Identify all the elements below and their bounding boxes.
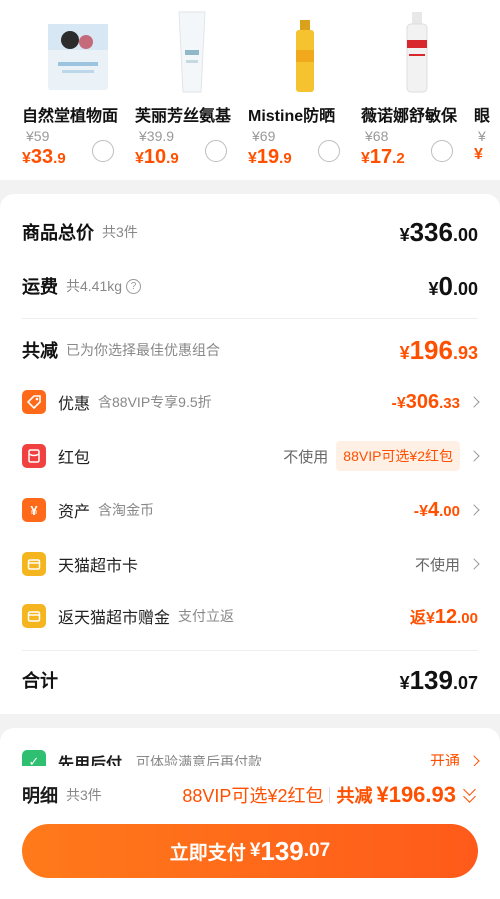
product-price: ¥ (474, 146, 483, 163)
product-image (406, 12, 428, 93)
cashback-amount: 返¥12.00 (409, 605, 478, 628)
red-packet-row[interactable]: 红包 不使用 88VIP可选¥2红包 (22, 438, 480, 474)
product-original-price: ¥39.9 (139, 128, 175, 144)
cashback-row: 返天猫超市赠金 支付立返 返¥12.00 (22, 598, 478, 634)
shipping-label: 运费 (22, 277, 58, 297)
goods-total-row: 商品总价 共3件 ¥336.00 (22, 212, 478, 252)
promotion-row[interactable]: 优惠 含88VIP专享9.5折 -¥306.33 (22, 384, 480, 420)
total-amount: ¥139.07 (399, 664, 478, 695)
goods-total-amount: ¥336.00 (399, 216, 478, 247)
chevron-right-icon (468, 504, 480, 516)
product-name: 眼 (474, 108, 491, 125)
product-price: ¥19.9 (248, 146, 292, 168)
chevron-right-icon (468, 450, 480, 462)
goods-count: 共3件 (102, 224, 138, 240)
product-original-price: ¥ (478, 128, 486, 144)
product-price: ¥33.9 (22, 146, 66, 168)
product-price: ¥10.9 (135, 146, 179, 168)
total-row: 合计 ¥139.07 (22, 660, 478, 700)
vip-red-packet-tag[interactable]: 88VIP可选¥2红包 (336, 441, 460, 471)
red-packet-title: 红包 (58, 450, 91, 467)
detail-label: 明细 (22, 786, 58, 806)
separator (329, 787, 331, 803)
pay-now-button[interactable]: 立即支付 ¥139.07 (22, 824, 478, 878)
card-icon (22, 552, 46, 576)
detail-row[interactable]: 明细 共3件 88VIP可选¥2红包 共减 ¥196.93 (22, 780, 478, 810)
cashback-desc: 支付立返 (178, 608, 235, 624)
supermarket-card-row[interactable]: 天猫超市卡 不使用 (22, 546, 480, 582)
supermarket-card-status: 不使用 (414, 556, 460, 574)
product-select-radio[interactable] (318, 140, 340, 162)
product-card[interactable]: 眼 ¥ ¥ (474, 0, 500, 180)
vip-red-packet-hint: 88VIP可选¥2红包 (182, 786, 324, 806)
promotion-amount: -¥306.33 (391, 390, 460, 413)
supermarket-card-title: 天猫超市卡 (58, 558, 139, 575)
product-select-radio[interactable] (205, 140, 227, 162)
shipping-row: 运费 共4.41kg ? ¥0.00 (22, 266, 478, 306)
product-name: 薇诺娜舒敏保 (361, 108, 458, 125)
red-packet-icon (22, 444, 46, 468)
tag-icon (22, 390, 46, 414)
shipping-amount: ¥0.00 (428, 270, 478, 301)
discount-hint: 已为你选择最佳优惠组合 (66, 342, 220, 358)
product-image (48, 24, 108, 90)
product-strip: 自然堂植物面 ¥59 ¥33.9 芙丽芳丝氨基 ¥39.9 ¥10.9 Mist… (0, 0, 500, 180)
chevron-right-icon (468, 396, 480, 408)
total-label: 合计 (22, 671, 58, 691)
product-image (296, 20, 314, 92)
product-image (178, 11, 206, 93)
question-icon[interactable]: ? (126, 278, 142, 294)
yen-icon: ¥ (22, 498, 46, 522)
product-card[interactable]: 薇诺娜舒敏保 ¥68 ¥17.2 (361, 0, 473, 180)
cashback-title: 返天猫超市赠金 (58, 610, 171, 627)
divider (22, 318, 478, 319)
product-select-radio[interactable] (431, 140, 453, 162)
assets-row[interactable]: ¥ 资产 含淘金币 -¥4.00 (22, 492, 480, 528)
product-original-price: ¥68 (365, 128, 389, 144)
red-packet-status: 不使用 (283, 448, 329, 466)
divider (22, 650, 478, 651)
promotion-title: 优惠 (58, 396, 91, 413)
product-card[interactable]: 自然堂植物面 ¥59 ¥33.9 (22, 0, 134, 180)
product-price: ¥17.2 (361, 146, 405, 168)
shipping-weight: 共4.41kg (66, 278, 123, 294)
discount-label: 共减 (22, 341, 58, 361)
total-reduction: 共减 ¥196.93 (336, 782, 456, 807)
chevron-right-icon (468, 558, 480, 570)
product-name: Mistine防晒 (248, 108, 336, 125)
product-name: 芙丽芳丝氨基 (135, 108, 232, 125)
product-original-price: ¥69 (252, 128, 276, 144)
assets-title: 资产 (58, 504, 91, 521)
gift-card-icon (22, 604, 46, 628)
product-card[interactable]: 芙丽芳丝氨基 ¥39.9 ¥10.9 (135, 0, 247, 180)
discount-amount: ¥196.93 (399, 334, 478, 365)
order-summary-card: 商品总价 共3件 ¥336.00 运费 共4.41kg ? ¥0.00 共减 已… (0, 194, 500, 714)
promotion-desc: 含88VIP专享9.5折 (98, 394, 212, 410)
product-card[interactable]: Mistine防晒 ¥69 ¥19.9 (248, 0, 360, 180)
chevron-right-icon (468, 754, 480, 767)
goods-total-label: 商品总价 (22, 223, 94, 243)
detail-count: 共3件 (66, 787, 102, 803)
product-original-price: ¥59 (26, 128, 50, 144)
product-name: 自然堂植物面 (22, 108, 119, 125)
assets-desc: 含淘金币 (98, 502, 155, 518)
discount-row: 共减 已为你选择最佳优惠组合 ¥196.93 (22, 330, 478, 370)
double-chevron-down-icon[interactable] (462, 783, 478, 805)
product-select-radio[interactable] (92, 140, 114, 162)
checkout-bar: 明细 共3件 88VIP可选¥2红包 共减 ¥196.93 立即支付 ¥139.0… (0, 766, 500, 899)
assets-amount: -¥4.00 (413, 498, 460, 521)
